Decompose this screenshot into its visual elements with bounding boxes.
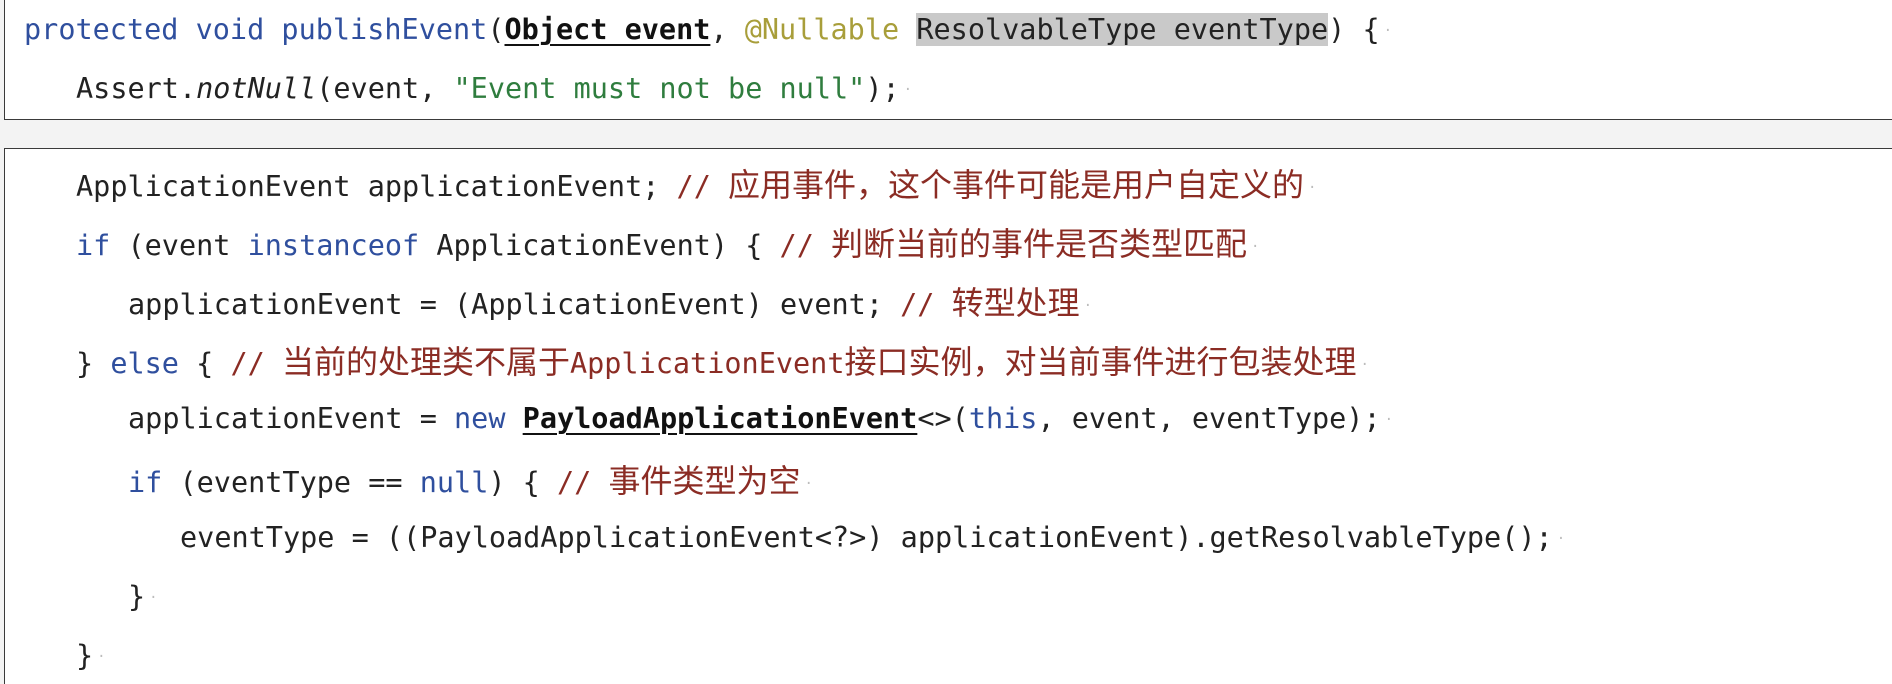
assign-start: applicationEvent =	[128, 402, 455, 435]
cast-code: applicationEvent = (ApplicationEvent) ev…	[128, 288, 901, 321]
keyword-void: void	[195, 13, 265, 46]
keyword-if: if	[128, 466, 163, 499]
code-line-method-signature[interactable]: protected void publishEvent(Object event…	[24, 8, 1392, 52]
code-line-declaration[interactable]: ApplicationEvent applicationEvent; // 应用…	[76, 163, 1316, 207]
code-line-else[interactable]: } else { // 当前的处理类不属于ApplicationEvent接口实…	[76, 340, 1369, 384]
whitespace-dot: ·	[149, 590, 158, 606]
whitespace-dot: ·	[1083, 298, 1093, 314]
keyword-null: null	[419, 466, 489, 499]
method-not-null[interactable]: notNull	[196, 72, 316, 105]
keyword-if: if	[76, 229, 111, 262]
param-object-event[interactable]: Object event	[505, 13, 711, 46]
param-resolvable-type-selected[interactable]: ResolvableType eventType	[916, 13, 1329, 46]
annotation-nullable[interactable]: @Nullable	[745, 13, 899, 46]
whitespace-dot: ·	[97, 649, 106, 665]
string-literal: "Event must not be null"	[453, 72, 866, 105]
if-condition-start: (event	[110, 229, 248, 262]
comment-text-wrap: 转型处理	[952, 284, 1080, 322]
comment-text-wrap: 判断当前的事件是否类型匹配	[831, 225, 1247, 263]
code-line-cast[interactable]: applicationEvent = (ApplicationEvent) ev…	[128, 281, 1092, 325]
whitespace-dot: ·	[1360, 357, 1369, 373]
assert-args: (event,	[316, 72, 454, 105]
whitespace-dot: ·	[1251, 239, 1260, 255]
else-brace: }	[76, 347, 111, 380]
code-line-assert[interactable]: Assert.notNull(event, "Event must not be…	[76, 67, 912, 111]
comment-prefix: //	[230, 347, 282, 380]
if-condition-end: ) {	[488, 466, 557, 499]
declaration-code: ApplicationEvent applicationEvent;	[76, 170, 677, 203]
comment-prefix: //	[900, 288, 952, 321]
signature-tail: ) {	[1328, 13, 1380, 46]
comment-text: 转型处理	[951, 284, 1080, 322]
comment-text: 判断当前的事件是否类型匹配	[831, 225, 1248, 263]
comment-text-wrap: 当前的处理类不属于ApplicationEvent接口实例，对当前事件进行包装处…	[282, 343, 1357, 381]
else-open: {	[178, 347, 231, 380]
if-condition-start: (eventType ==	[162, 466, 420, 499]
whitespace-dot: ·	[903, 82, 913, 98]
comment-text-part1: 当前的处理类不属于	[281, 343, 570, 381]
keyword-instanceof: instanceof	[247, 229, 420, 262]
code-line-if-null[interactable]: if (eventType == null) { // 事件类型为空 ·	[128, 459, 813, 503]
comma: ,	[710, 13, 745, 46]
code-line-if-instanceof[interactable]: if (event instanceof ApplicationEvent) {…	[76, 222, 1259, 266]
whitespace-dot: ·	[1556, 531, 1566, 547]
whitespace-dot: ·	[1384, 412, 1394, 428]
keyword-protected: protected	[24, 13, 179, 46]
comment-prefix: //	[676, 170, 729, 203]
keyword-else: else	[110, 347, 179, 380]
get-type-code: eventType = ((PayloadApplicationEvent<?>…	[180, 521, 1553, 554]
paren-open: (	[487, 13, 505, 46]
comment-text-wrap: 事件类型为空	[608, 462, 800, 500]
comment-text-wrap: 应用事件，这个事件可能是用户自定义的	[728, 166, 1304, 204]
diamond-open: <>(	[917, 402, 969, 435]
constructor-args: , event, eventType);	[1037, 402, 1381, 435]
comment-text: 应用事件，这个事件可能是用户自定义的	[728, 166, 1305, 204]
code-line-new-payload[interactable]: applicationEvent = new PayloadApplicatio…	[128, 397, 1393, 441]
comment-text: 事件类型为空	[608, 462, 801, 500]
whitespace-dot: ·	[804, 476, 813, 492]
assert-end: );	[865, 72, 900, 105]
class-payload-application-event[interactable]: PayloadApplicationEvent	[523, 402, 918, 435]
assert-class: Assert.	[76, 72, 197, 105]
closing-brace: }	[128, 580, 146, 613]
closing-brace: }	[76, 639, 94, 672]
whitespace-dot: ·	[1383, 23, 1393, 39]
code-line-close-inner[interactable]: } ·	[128, 575, 158, 619]
method-name[interactable]: publishEvent	[281, 13, 487, 46]
if-condition-end: ApplicationEvent) {	[419, 229, 780, 262]
code-line-get-resolvable-type[interactable]: eventType = ((PayloadApplicationEvent<?>…	[180, 516, 1565, 560]
comment-prefix: //	[557, 466, 609, 499]
keyword-new: new	[454, 402, 506, 435]
keyword-this: this	[968, 402, 1038, 435]
comment-prefix: //	[779, 229, 832, 262]
comment-text-en: ApplicationEvent	[569, 347, 845, 380]
code-line-close-outer[interactable]: } ·	[76, 634, 106, 678]
whitespace-dot: ·	[1308, 180, 1317, 196]
comment-text-part2: 接口实例，对当前事件进行包装处理	[844, 343, 1357, 381]
